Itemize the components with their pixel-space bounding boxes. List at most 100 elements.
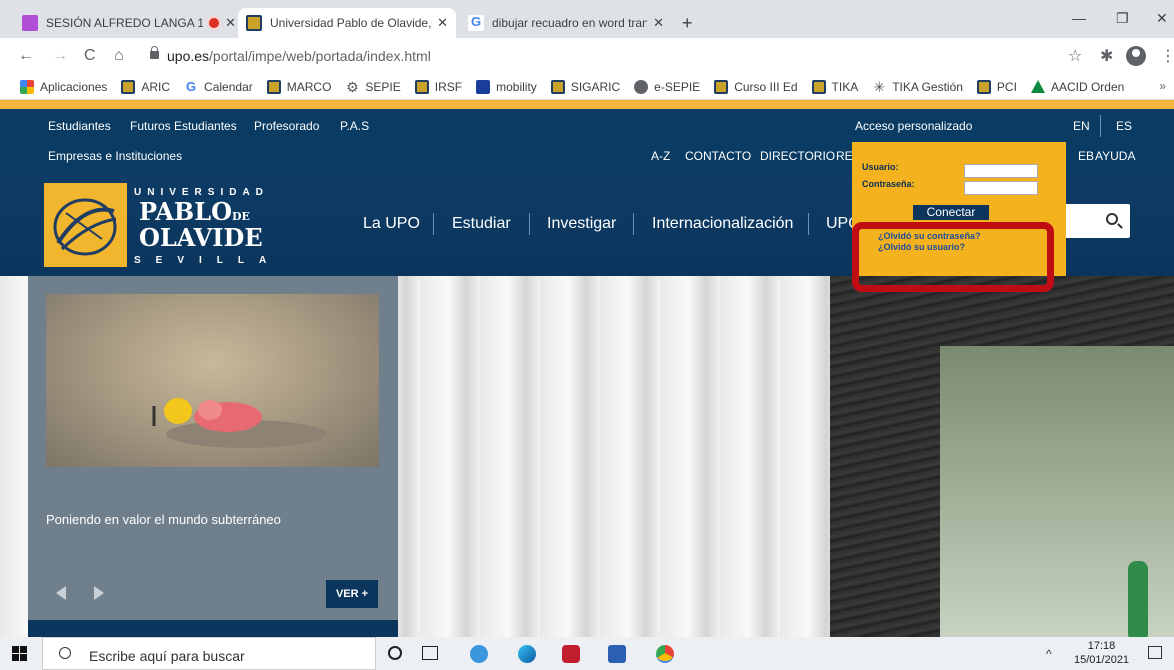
bookmark-label: ARIC <box>141 79 171 94</box>
bookmark-pci[interactable]: PCI <box>976 79 1017 94</box>
bookmark-aplicaciones[interactable]: Aplicaciones <box>20 79 108 94</box>
bookmark-tika[interactable]: TIKA <box>811 79 859 94</box>
bookmark-mobility[interactable]: mobility <box>476 79 537 94</box>
link-estudiantes[interactable]: Estudiantes <box>48 119 111 133</box>
link-directorio[interactable]: DIRECTORIO <box>760 149 835 163</box>
usuario-label: Usuario: <box>862 162 899 172</box>
bookmark-label: AACID Orden <box>1050 79 1125 94</box>
home-button[interactable]: ⌂ <box>114 47 124 65</box>
menu-estudiar[interactable]: Estudiar <box>452 215 511 233</box>
close-tab-icon[interactable]: ✕ <box>225 15 236 31</box>
search-icon <box>59 647 71 659</box>
link-contacto[interactable]: CONTACTO <box>685 149 751 163</box>
menu-separator <box>529 213 530 235</box>
bookmark-star-icon[interactable]: ☆ <box>1068 46 1082 66</box>
recording-icon <box>209 18 220 28</box>
url-path: /portal/impe/web/portada/index.html <box>209 48 431 64</box>
link-a-z[interactable]: A-Z <box>651 149 670 163</box>
more-bookmarks-icon[interactable]: » <box>1159 79 1166 93</box>
upo-icon <box>121 79 136 94</box>
lang-es[interactable]: ES <box>1116 119 1132 133</box>
taskbar-search[interactable]: Escribe aquí para buscar <box>42 637 376 670</box>
minimize-button[interactable]: — <box>1072 10 1086 26</box>
tab-strip: SESIÓN ALFREDO LANGA 15 ✕ Universidad Pa… <box>0 0 1174 38</box>
bookmark-sepie[interactable]: ⚙ SEPIE <box>345 78 401 95</box>
tab-upo[interactable]: Universidad Pablo de Olavide, de ✕ <box>238 8 456 38</box>
acceso-personalizado-link[interactable]: Acceso personalizado <box>855 119 972 133</box>
taskbar-clock[interactable]: 17:18 15/01/2021 <box>1074 639 1129 667</box>
maximize-button[interactable]: ❐ <box>1116 10 1129 27</box>
chrome-icon[interactable] <box>656 645 674 663</box>
contrasena-input[interactable] <box>964 181 1038 195</box>
menu-internacionalizacion[interactable]: Internacionalización <box>652 215 793 233</box>
upo-icon <box>811 79 826 94</box>
taskbar-search-placeholder: Escribe aquí para buscar <box>89 648 245 664</box>
next-slide-icon[interactable] <box>94 586 104 600</box>
edge-icon[interactable] <box>518 645 536 663</box>
bookmark-label: Aplicaciones <box>40 79 108 94</box>
task-view-icon[interactable] <box>422 646 438 660</box>
star-icon: ✳ <box>873 78 886 95</box>
apps-icon <box>20 79 34 94</box>
bookmark-sigaric[interactable]: SIGARIC <box>550 79 621 94</box>
link-profesorado[interactable]: Profesorado <box>254 119 319 133</box>
bookmark-irsf[interactable]: IRSF <box>414 79 462 94</box>
bookmark-aric[interactable]: ARIC <box>121 79 171 94</box>
lang-en[interactable]: EN <box>1073 119 1090 133</box>
conectar-button[interactable]: Conectar <box>913 205 989 220</box>
notifications-icon[interactable] <box>1148 646 1162 659</box>
bookmark-calendar[interactable]: G Calendar <box>184 79 253 94</box>
upo-logo[interactable]: UNIVERSIDAD PABLODE OLAVIDE SEVILLA <box>44 183 266 267</box>
tray-chevron-icon[interactable]: ^ <box>1046 647 1052 661</box>
bookmark-marco[interactable]: MARCO <box>266 79 331 94</box>
tab-title: dibujar recuadro en word transpa <box>492 16 648 30</box>
accent-stripe <box>0 100 1174 109</box>
prev-slide-icon[interactable] <box>56 586 66 600</box>
link-empresas[interactable]: Empresas e Instituciones <box>48 149 182 163</box>
bookmark-label: TIKA <box>831 79 859 94</box>
lock-icon <box>150 46 159 59</box>
close-window-button[interactable]: ✕ <box>1156 10 1168 27</box>
star-icon: ⚙ <box>346 78 359 95</box>
upo-icon <box>414 79 429 94</box>
extensions-icon[interactable]: ✱ <box>1100 46 1113 66</box>
menu-separator <box>433 213 434 235</box>
forward-button[interactable]: → <box>52 47 68 65</box>
ver-mas-button[interactable]: VER + <box>326 580 378 608</box>
upo-icon <box>550 79 565 94</box>
link-ayuda[interactable]: AYUDA <box>1095 149 1135 163</box>
menu-la-upo[interactable]: La UPO <box>363 215 420 233</box>
link-pas[interactable]: P.A.S <box>340 119 369 133</box>
new-tab-button[interactable]: + <box>682 13 693 34</box>
tab-sesion[interactable]: SESIÓN ALFREDO LANGA 15 ✕ <box>14 8 244 38</box>
bookmark-curso[interactable]: Curso III Ed <box>714 79 798 94</box>
tab-google[interactable]: G dibujar recuadro en word transpa ✕ <box>460 8 672 38</box>
news-caption: Poniendo en valor el mundo subterráneo <box>46 512 281 527</box>
menu-icon[interactable]: ⋮ <box>1160 46 1174 66</box>
close-tab-icon[interactable]: ✕ <box>653 15 664 31</box>
cortana-icon[interactable] <box>388 646 402 660</box>
bookmark-aacid[interactable]: AACID Orden <box>1030 79 1125 94</box>
usuario-input[interactable] <box>964 164 1038 178</box>
windows-start-icon[interactable] <box>12 646 27 661</box>
link-re[interactable]: RE <box>836 149 853 163</box>
reload-button[interactable]: C <box>84 47 96 65</box>
network-app-icon[interactable] <box>608 645 626 663</box>
menu-investigar[interactable]: Investigar <box>547 215 616 233</box>
address-bar[interactable]: upo.es/portal/impe/web/portada/index.htm… <box>167 48 431 64</box>
profile-icon[interactable] <box>1126 46 1146 66</box>
bookmark-label: SIGARIC <box>570 79 621 94</box>
browser-toolbar: ← → C ⌂ upo.es/portal/impe/web/portada/i… <box>0 38 1174 74</box>
bookmark-tika-gestion[interactable]: ✳ TIKA Gestión <box>872 80 963 94</box>
shield-app-icon[interactable] <box>562 645 580 663</box>
close-tab-icon[interactable]: ✕ <box>437 15 448 31</box>
bookmark-label: TIKA Gestión <box>892 79 963 94</box>
link-futuros-estudiantes[interactable]: Futuros Estudiantes <box>130 119 237 133</box>
site-search-button[interactable] <box>1062 204 1130 238</box>
bookmark-e-sepie[interactable]: e-SEPIE <box>634 79 700 94</box>
internet-explorer-icon[interactable] <box>470 645 488 663</box>
news-image[interactable] <box>46 294 379 467</box>
link-web[interactable]: EB <box>1078 149 1094 163</box>
back-button[interactable]: ← <box>18 47 34 65</box>
upo-icon <box>714 79 729 94</box>
